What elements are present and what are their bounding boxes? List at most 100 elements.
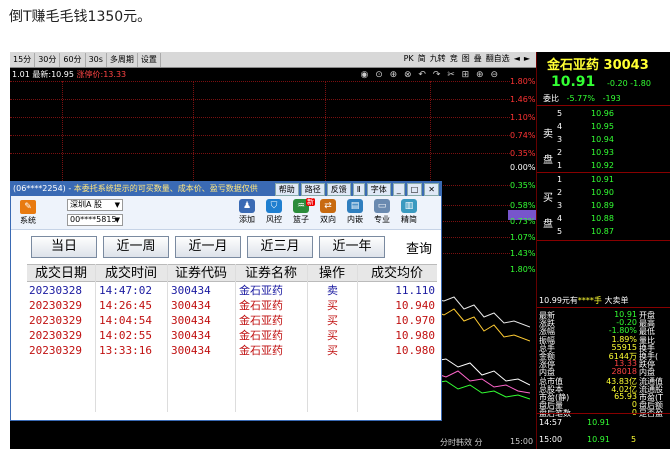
- window-title-bar[interactable]: (06****2254) - 本委托系统提示的可买数量、成本价、盈亏数据仅供 帮…: [11, 182, 441, 196]
- pct-label: 0.35%: [510, 181, 536, 190]
- period-30m[interactable]: 30分: [35, 52, 61, 67]
- asks-price: 10.92: [591, 161, 614, 170]
- pct-label: 1.80%: [510, 77, 536, 86]
- overlay-button[interactable]: 叠: [472, 52, 484, 66]
- col-operation[interactable]: 操作: [307, 265, 357, 283]
- system-menu[interactable]: ✎ 系统: [15, 200, 41, 226]
- feedback-button[interactable]: 反馈: [326, 183, 351, 196]
- bid-button[interactable]: 竞: [448, 52, 460, 66]
- bids-row: 5 10.87: [557, 227, 669, 239]
- security-name-cell: 金石亚药: [239, 344, 283, 357]
- pk-button[interactable]: PK: [402, 52, 416, 66]
- settings-button[interactable]: 设置: [138, 52, 161, 67]
- asks-row: 3 10.94: [557, 135, 669, 147]
- col-trade-time[interactable]: 成交时间: [95, 265, 167, 283]
- tool-label: 篮子: [293, 215, 309, 224]
- table-row[interactable]: 20230329 14:02:55 300434 金石亚药 买 10.980: [27, 329, 437, 343]
- account-select[interactable]: 00****5815 ▼: [67, 214, 123, 226]
- buy-side-label: 买盘: [543, 193, 553, 230]
- simple-button[interactable]: 简: [416, 52, 428, 66]
- prev-arrow-icon[interactable]: ◄: [512, 52, 522, 66]
- range-3month-button[interactable]: 近三月: [247, 236, 313, 258]
- col-security-name[interactable]: 证券名称: [235, 265, 307, 283]
- weibi-row: 委比 -5.77% -193: [543, 93, 621, 104]
- embed-icon: ▤: [347, 199, 363, 213]
- weibi-label: 委比: [543, 94, 559, 103]
- security-code-cell: 300434: [171, 284, 211, 297]
- table-row[interactable]: 20230328 14:47:02 300434 金石亚药 卖 11.110: [27, 284, 437, 298]
- market-select-value: 深圳A 股: [70, 200, 103, 209]
- tool-label: 双向: [320, 215, 336, 224]
- stock-name: 金石亚药 30043: [547, 58, 649, 73]
- col-security-code[interactable]: 证券代码: [167, 265, 235, 283]
- big-order-volume: ****手: [577, 296, 602, 305]
- table-row[interactable]: 20230329 13:33:16 300434 金石亚药 买 10.980: [27, 344, 437, 358]
- minimize-button[interactable]: _: [392, 183, 405, 196]
- avg-price-cell: 10.940: [395, 299, 435, 312]
- font-button[interactable]: 字体: [366, 183, 391, 196]
- multi-period-button[interactable]: 多周期: [107, 52, 138, 67]
- market-select[interactable]: 深圳A 股 ▼: [67, 199, 123, 211]
- period-15m[interactable]: 15分: [10, 52, 36, 67]
- operation-cell: 买: [327, 344, 338, 357]
- lite-icon: ▥: [401, 199, 417, 213]
- range-year-button[interactable]: 近一年: [319, 236, 385, 258]
- bids-row: 1 10.91: [557, 175, 669, 187]
- col-trade-date[interactable]: 成交日期: [27, 265, 95, 283]
- basket-tool-button[interactable]: ♒ 篮子新: [287, 198, 315, 225]
- pro-tool-button[interactable]: ▭ 专业: [368, 199, 396, 225]
- avg-price-cell: 10.970: [395, 314, 435, 327]
- tick-price: 10.91: [587, 418, 610, 427]
- wrench-icon: ✎: [20, 200, 36, 214]
- query-button[interactable]: 查询: [406, 238, 432, 257]
- tick-row: 15:00 10.91 5: [539, 435, 670, 447]
- sell-side-label: 卖盘: [543, 129, 553, 166]
- post-title: 倒T赚毛毛钱1350元。: [9, 9, 152, 25]
- security-name-cell: 金石亚药: [239, 284, 283, 297]
- range-today-button[interactable]: 当日: [31, 236, 97, 258]
- maximize-button[interactable]: □: [406, 183, 423, 196]
- next-arrow-icon[interactable]: ►: [522, 52, 532, 66]
- asks-price: 10.94: [591, 135, 614, 144]
- tool-label: 内嵌: [347, 215, 363, 224]
- price-change: -0.20 -1.80: [607, 79, 651, 88]
- nine-turn-button[interactable]: 九转: [428, 52, 448, 66]
- bids-level: 2: [557, 188, 563, 197]
- period-30s[interactable]: 30s: [86, 52, 107, 67]
- operation-cell: 买: [327, 329, 338, 342]
- range-week-button[interactable]: 近一周: [103, 236, 169, 258]
- lite-tool-button[interactable]: ▥ 精简: [395, 199, 423, 225]
- pct-label: 1.10%: [510, 113, 536, 122]
- window-title-warning: 本委托系统提示的可买数量、成本价、盈亏数据仅供: [73, 184, 258, 193]
- layout-button[interactable]: Ⅱ: [352, 183, 365, 196]
- security-name-cell: 金石亚药: [239, 299, 283, 312]
- operation-cell: 卖: [327, 284, 338, 297]
- embed-tool-button[interactable]: ▤ 内嵌: [341, 199, 369, 225]
- avg-price-cell: 11.110: [395, 284, 435, 297]
- pct-label: 1.07%: [510, 233, 536, 242]
- range-month-button[interactable]: 近一月: [175, 236, 241, 258]
- help-button[interactable]: 帮助: [274, 183, 299, 196]
- col-avg-price[interactable]: 成交均价: [357, 265, 437, 283]
- add-tool-button[interactable]: ♟ 添加: [233, 199, 261, 225]
- table-row[interactable]: 20230329 14:26:45 300434 金石亚药 买 10.940: [27, 299, 437, 313]
- bids-price: 10.89: [591, 201, 614, 210]
- drawing-tools-icons[interactable]: ◉ ⊙ ⊕ ⊗ ↶ ↷ ✂ ⊞ ⊕ ⊖: [361, 69, 500, 81]
- security-code-cell: 300434: [171, 314, 211, 327]
- pct-label: 0.74%: [510, 131, 536, 140]
- risk-tool-button[interactable]: ⛉ 风控: [260, 199, 288, 225]
- tick-time: 14:57: [539, 418, 563, 427]
- period-60m[interactable]: 60分: [60, 52, 86, 67]
- watchlist-button[interactable]: 翻自选: [484, 52, 512, 66]
- table-row[interactable]: 20230329 14:04:54 300434 金石亚药 买 10.970: [27, 314, 437, 328]
- shield-icon: ⛉: [266, 199, 282, 213]
- twoway-tool-button[interactable]: ⇄ 双向: [314, 199, 342, 225]
- chart-button[interactable]: 图: [460, 52, 472, 66]
- path-button[interactable]: 路径: [300, 183, 325, 196]
- chart-mode-tab[interactable]: 分时韩效 分: [440, 437, 483, 448]
- close-button[interactable]: ✕: [424, 183, 439, 196]
- security-code-cell: 300434: [171, 344, 211, 357]
- big-order-row: 10.99元有****手 大卖单: [539, 295, 628, 306]
- quote-prefix: 1.01 最新:: [12, 70, 52, 79]
- trade-date-cell: 20230329: [29, 344, 82, 357]
